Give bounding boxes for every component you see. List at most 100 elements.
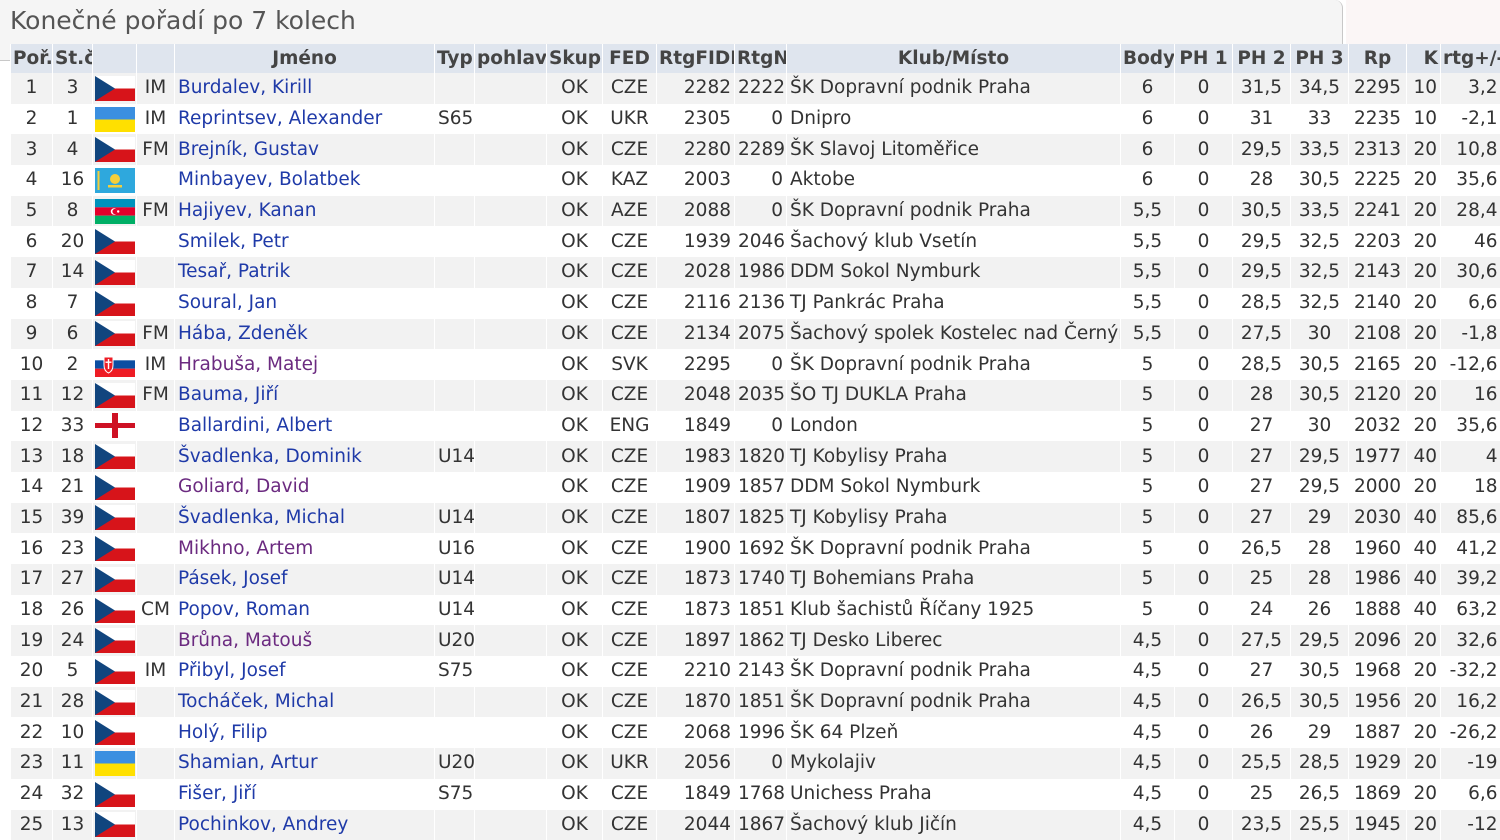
cell-title: IM (136, 656, 175, 687)
player-name-link[interactable]: Tocháček, Michal (178, 691, 334, 712)
player-name-link[interactable]: Ballardini, Albert (178, 415, 332, 436)
player-name-link[interactable]: Mikhno, Artem (178, 538, 313, 559)
cell-group: OK (546, 809, 603, 840)
table-row: 7 14 Tesař, Patrik OK CZE 2028 1986 DDM Sokol N… (10, 257, 1500, 288)
cell-group: OK (546, 471, 603, 503)
header-points[interactable]: Body (1120, 44, 1175, 73)
cell-rank: 20 (10, 656, 53, 687)
player-name-link[interactable]: Pásek, Josef (178, 568, 287, 589)
player-name-link[interactable]: Tesař, Patrik (178, 261, 290, 282)
cell-ph1: 0 (1174, 441, 1233, 472)
cell-flag (92, 686, 137, 718)
player-name-link[interactable]: Bauma, Jiří (178, 384, 278, 405)
table-row: 24 32 Fišer, Jiří S75 OK CZE 1849 1768 Unichess … (10, 778, 1500, 810)
cell-group: OK (546, 134, 603, 166)
cell-type (434, 257, 475, 288)
cell-rtg-fide: 1807 (656, 502, 735, 534)
table-row: 1 3 IM Burdalev, Kirill OK CZE 2282 2222 ŠK Dopr… (10, 73, 1500, 104)
cell-start-no: 14 (52, 257, 93, 288)
cell-group: OK (546, 410, 603, 442)
cell-points: 6 (1120, 165, 1175, 196)
cell-group: OK (546, 594, 603, 626)
header-rtg-change[interactable]: rtg+/- (1440, 44, 1500, 73)
header-rank[interactable]: Poř. (10, 44, 53, 73)
header-start-no[interactable]: St.č. (52, 44, 93, 73)
player-name-link[interactable]: Fišer, Jiří (178, 783, 256, 804)
player-name-link[interactable]: Goliard, David (178, 476, 309, 497)
cell-ph3: 30,5 (1290, 656, 1349, 687)
player-name-link[interactable]: Shamian, Artur (178, 752, 318, 773)
cell-start-no: 28 (52, 686, 93, 718)
cell-type (434, 287, 475, 319)
player-name-link[interactable]: Brůna, Matouš (178, 630, 312, 651)
cell-flag (92, 410, 137, 442)
header-rp[interactable]: Rp (1348, 44, 1407, 73)
cell-start-no: 13 (52, 809, 93, 840)
cell-ph3: 34,5 (1290, 73, 1349, 104)
cell-type: U14 (434, 564, 475, 595)
header-name[interactable]: Jméno (174, 44, 435, 73)
cell-points: 5 (1120, 379, 1175, 411)
flag-cze-icon (94, 689, 135, 715)
player-name-link[interactable]: Brejník, Gustav (178, 139, 319, 160)
cell-rtg-change: 16 (1440, 379, 1500, 411)
cell-type: U20 (434, 625, 475, 657)
cell-rtg-n: 2035 (734, 379, 787, 411)
cell-title (136, 257, 175, 288)
header-club[interactable]: Klub/Místo (786, 44, 1121, 73)
header-group[interactable]: Skup. (546, 44, 603, 73)
player-name-link[interactable]: Švadlenka, Dominik (178, 446, 362, 467)
cell-gender (474, 257, 547, 288)
standings-table: Poř. St.č. Jméno Typ pohlaví Skup. FED R… (10, 44, 1500, 840)
table-row: 23 11 Shamian, Artur U20 OK UKR 2056 0 Mykolajiv… (10, 748, 1500, 779)
header-fed[interactable]: FED (602, 44, 657, 73)
cell-rtg-fide: 1873 (656, 564, 735, 595)
header-rtg-fide[interactable]: RtgFIDE (656, 44, 735, 73)
player-name-link[interactable]: Hajiyev, Kanan (178, 200, 317, 221)
player-name-link[interactable]: Burdalev, Kirill (178, 77, 312, 98)
player-name-link[interactable]: Pochinkov, Andrey (178, 814, 348, 835)
cell-fed: CZE (602, 318, 657, 350)
player-name-link[interactable]: Přibyl, Josef (178, 660, 285, 681)
player-name-link[interactable]: Reprintsev, Alexander (178, 108, 382, 129)
player-name-link[interactable]: Holý, Filip (178, 722, 268, 743)
cell-fed: CZE (602, 778, 657, 810)
cell-rank: 19 (10, 625, 53, 657)
cell-rtg-n: 0 (734, 349, 787, 380)
cell-ph2: 30,5 (1232, 195, 1291, 227)
cell-group: OK (546, 686, 603, 718)
cell-start-no: 23 (52, 533, 93, 564)
cell-title (136, 564, 175, 595)
cell-k: 40 (1406, 502, 1441, 534)
cell-k: 40 (1406, 533, 1441, 564)
cell-k: 20 (1406, 165, 1441, 196)
cell-rtg-change: 30,6 (1440, 257, 1500, 288)
cell-rp: 2165 (1348, 349, 1407, 380)
header-ph3[interactable]: PH 3 (1290, 44, 1349, 73)
header-k[interactable]: K (1406, 44, 1441, 73)
cell-title (136, 165, 175, 196)
header-type[interactable]: Typ (434, 44, 475, 73)
player-name-link[interactable]: Soural, Jan (178, 292, 277, 313)
player-name-link[interactable]: Hába, Zdeněk (178, 323, 308, 344)
player-name-link[interactable]: Popov, Roman (178, 599, 310, 620)
cell-fed: CZE (602, 717, 657, 749)
cell-rtg-n: 0 (734, 410, 787, 442)
cell-gender (474, 778, 547, 810)
header-ph1[interactable]: PH 1 (1174, 44, 1233, 73)
header-rtg-n[interactable]: RtgN (734, 44, 787, 73)
player-name-link[interactable]: Smilek, Petr (178, 231, 289, 252)
cell-fed: CZE (602, 379, 657, 411)
player-name-link[interactable]: Minbayev, Bolatbek (178, 169, 361, 190)
player-name-link[interactable]: Švadlenka, Michal (178, 507, 345, 528)
cell-rank: 1 (10, 73, 53, 104)
cell-group: OK (546, 717, 603, 749)
table-row: 9 6 FM Hába, Zdeněk OK CZE 2134 2075 Šachový spo… (10, 318, 1500, 350)
player-name-link[interactable]: Hrabuša, Matej (178, 354, 318, 375)
cell-start-no: 18 (52, 441, 93, 472)
header-gender[interactable]: pohlaví (474, 44, 547, 73)
cell-points: 4,5 (1120, 717, 1175, 749)
cell-rp: 2000 (1348, 471, 1407, 503)
header-ph2[interactable]: PH 2 (1232, 44, 1291, 73)
cell-ph3: 30 (1290, 318, 1349, 350)
